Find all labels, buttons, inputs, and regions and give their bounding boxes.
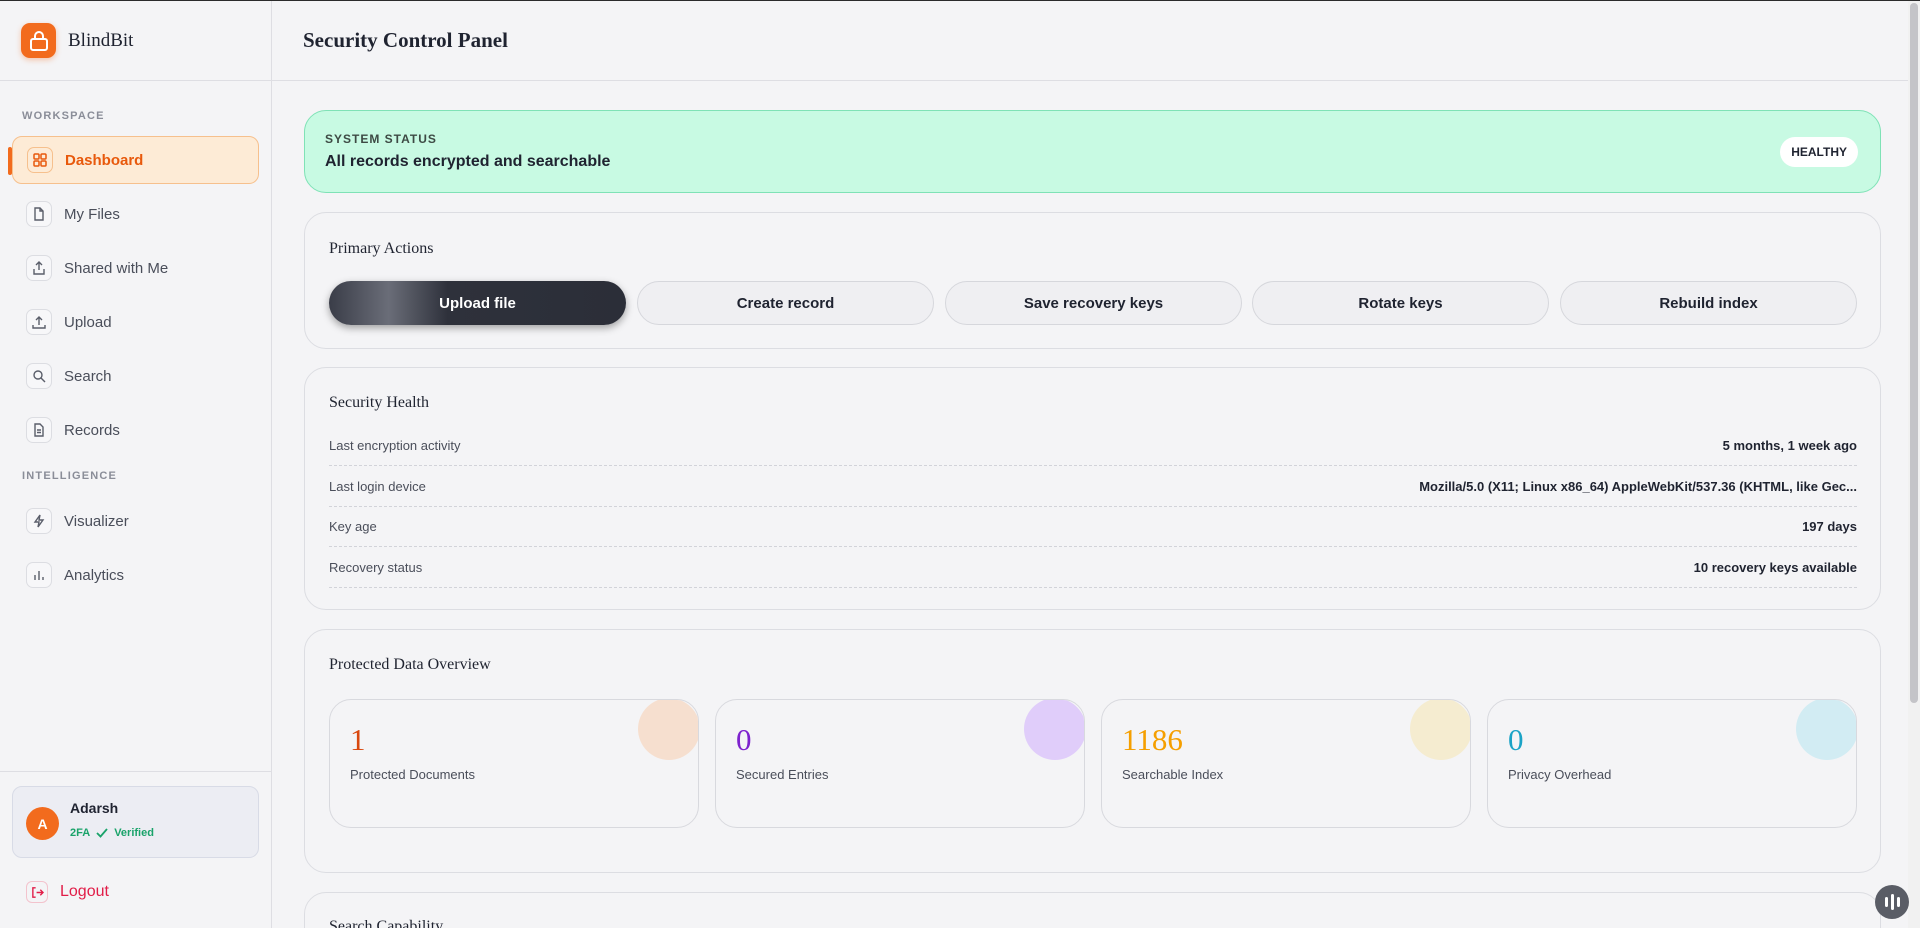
grid-icon: [27, 147, 53, 173]
stat-tile-protected-documents: 1 Protected Documents: [329, 699, 699, 828]
sidebar-item-visualizer[interactable]: Visualizer: [12, 497, 259, 545]
audio-wave-icon[interactable]: [1875, 885, 1909, 919]
twofa-badge: 2FA: [70, 827, 91, 839]
logout-label: Logout: [60, 883, 109, 900]
sidebar-item-upload[interactable]: Upload: [12, 298, 259, 346]
security-health-card: Security Health Last encryption activity…: [304, 367, 1881, 610]
sidebar-item-label: Upload: [64, 313, 112, 331]
verified-label: Verified: [114, 827, 154, 839]
health-row-key: Recovery status: [329, 560, 423, 575]
brand-name: BlindBit: [68, 29, 134, 51]
stat-value: 1: [350, 722, 366, 757]
search-capability-card: Search Capability: [304, 892, 1881, 928]
system-status-card: SYSTEM STATUS All records encrypted and …: [304, 110, 1881, 193]
stat-label: Searchable Index: [1122, 767, 1224, 782]
primary-actions-card: Primary Actions Upload file Create recor…: [304, 212, 1881, 349]
decorative-circle: [1024, 700, 1084, 760]
primary-actions-title: Primary Actions: [329, 240, 434, 257]
wave-bar: [1896, 897, 1900, 907]
stat-tile-secured-entries: 0 Secured Entries: [715, 699, 1085, 828]
sidebar-item-analytics[interactable]: Analytics: [12, 551, 259, 599]
sidebar-item-label: Analytics: [64, 566, 125, 584]
user-card[interactable]: A Adarsh 2FA Verified: [12, 786, 259, 858]
sidebar-footer: A Adarsh 2FA Verified Logout: [0, 771, 272, 928]
health-row: Last encryption activity 5 months, 1 wee…: [329, 426, 1857, 466]
sidebar-item-label: Records: [64, 421, 120, 439]
wave-bar: [1884, 897, 1888, 907]
share-icon: [26, 255, 52, 281]
brand[interactable]: BlindBit: [0, 1, 271, 81]
health-row: Last login device Mozilla/5.0 (X11; Linu…: [329, 467, 1857, 507]
sidebar-item-label: Visualizer: [64, 512, 129, 530]
avatar: A: [26, 807, 59, 840]
sidebar-item-my-files[interactable]: My Files: [12, 190, 259, 238]
sidebar-item-shared-with-me[interactable]: Shared with Me: [12, 244, 259, 292]
search-capability-title: Search Capability: [329, 918, 444, 928]
security-health-title: Security Health: [329, 394, 429, 411]
save-recovery-keys-button[interactable]: Save recovery keys: [945, 281, 1242, 325]
sidebar-item-label: Dashboard: [65, 151, 144, 169]
status-label: SYSTEM STATUS: [325, 132, 437, 146]
lock-icon: [21, 23, 56, 58]
decorative-circle: [638, 700, 698, 760]
decorative-circle: [1410, 700, 1470, 760]
search-icon: [26, 363, 52, 389]
health-row-value: Mozilla/5.0 (X11; Linux x86_64) AppleWeb…: [1419, 479, 1857, 494]
stat-label: Protected Documents: [350, 767, 476, 782]
stat-label: Privacy Overhead: [1508, 767, 1612, 782]
user-security-status: 2FA Verified: [70, 827, 154, 839]
sidebar-item-label: Search: [64, 367, 112, 385]
upload-file-button[interactable]: Upload file: [329, 281, 626, 325]
create-record-button[interactable]: Create record: [637, 281, 934, 325]
status-badge: HEALTHY: [1780, 137, 1858, 167]
health-row-value: 10 recovery keys available: [1693, 560, 1857, 575]
health-row-key: Last encryption activity: [329, 438, 461, 453]
file-icon: [26, 201, 52, 227]
protected-data-overview-card: Protected Data Overview 1 Protected Docu…: [304, 629, 1881, 873]
sidebar-item-dashboard[interactable]: Dashboard: [12, 136, 259, 184]
wave-bar: [1890, 894, 1894, 910]
sidebar-item-search[interactable]: Search: [12, 352, 259, 400]
health-row: Key age 197 days: [329, 507, 1857, 547]
scrollbar-thumb[interactable]: [1910, 3, 1918, 703]
section-label-intelligence: INTELLIGENCE: [22, 470, 118, 482]
overview-title: Protected Data Overview: [329, 656, 491, 673]
check-icon: [96, 828, 108, 838]
logout-icon: [26, 881, 48, 903]
topbar: Security Control Panel: [272, 1, 1920, 81]
stat-value: 0: [1508, 722, 1524, 757]
health-row: Recovery status 10 recovery keys availab…: [329, 548, 1857, 588]
document-icon: [26, 417, 52, 443]
rotate-keys-button[interactable]: Rotate keys: [1252, 281, 1549, 325]
stat-tile-privacy-overhead: 0 Privacy Overhead: [1487, 699, 1857, 828]
stat-value: 0: [736, 722, 752, 757]
sidebar-item-label: My Files: [64, 205, 120, 223]
status-text: All records encrypted and searchable: [325, 153, 611, 170]
section-label-workspace: WORKSPACE: [22, 110, 105, 122]
stat-label: Secured Entries: [736, 767, 829, 782]
logout-button[interactable]: Logout: [26, 881, 109, 903]
scrollbar[interactable]: [1908, 1, 1920, 928]
health-row-value: 197 days: [1802, 519, 1857, 534]
sidebar: BlindBit WORKSPACE Dashboard My Files Sh…: [0, 1, 272, 928]
health-row-key: Last login device: [329, 479, 426, 494]
bar-chart-icon: [26, 562, 52, 588]
sidebar-item-label: Shared with Me: [64, 259, 169, 277]
stat-tile-searchable-index: 1186 Searchable Index: [1101, 699, 1471, 828]
sidebar-item-records[interactable]: Records: [12, 406, 259, 454]
stat-value: 1186: [1122, 722, 1183, 757]
page-title: Security Control Panel: [303, 28, 508, 52]
rebuild-index-button[interactable]: Rebuild index: [1560, 281, 1857, 325]
bolt-icon: [26, 508, 52, 534]
user-name: Adarsh: [70, 800, 119, 816]
health-row-value: 5 months, 1 week ago: [1722, 438, 1857, 453]
decorative-circle: [1796, 700, 1856, 760]
upload-icon: [26, 309, 52, 335]
health-row-key: Key age: [329, 519, 377, 534]
